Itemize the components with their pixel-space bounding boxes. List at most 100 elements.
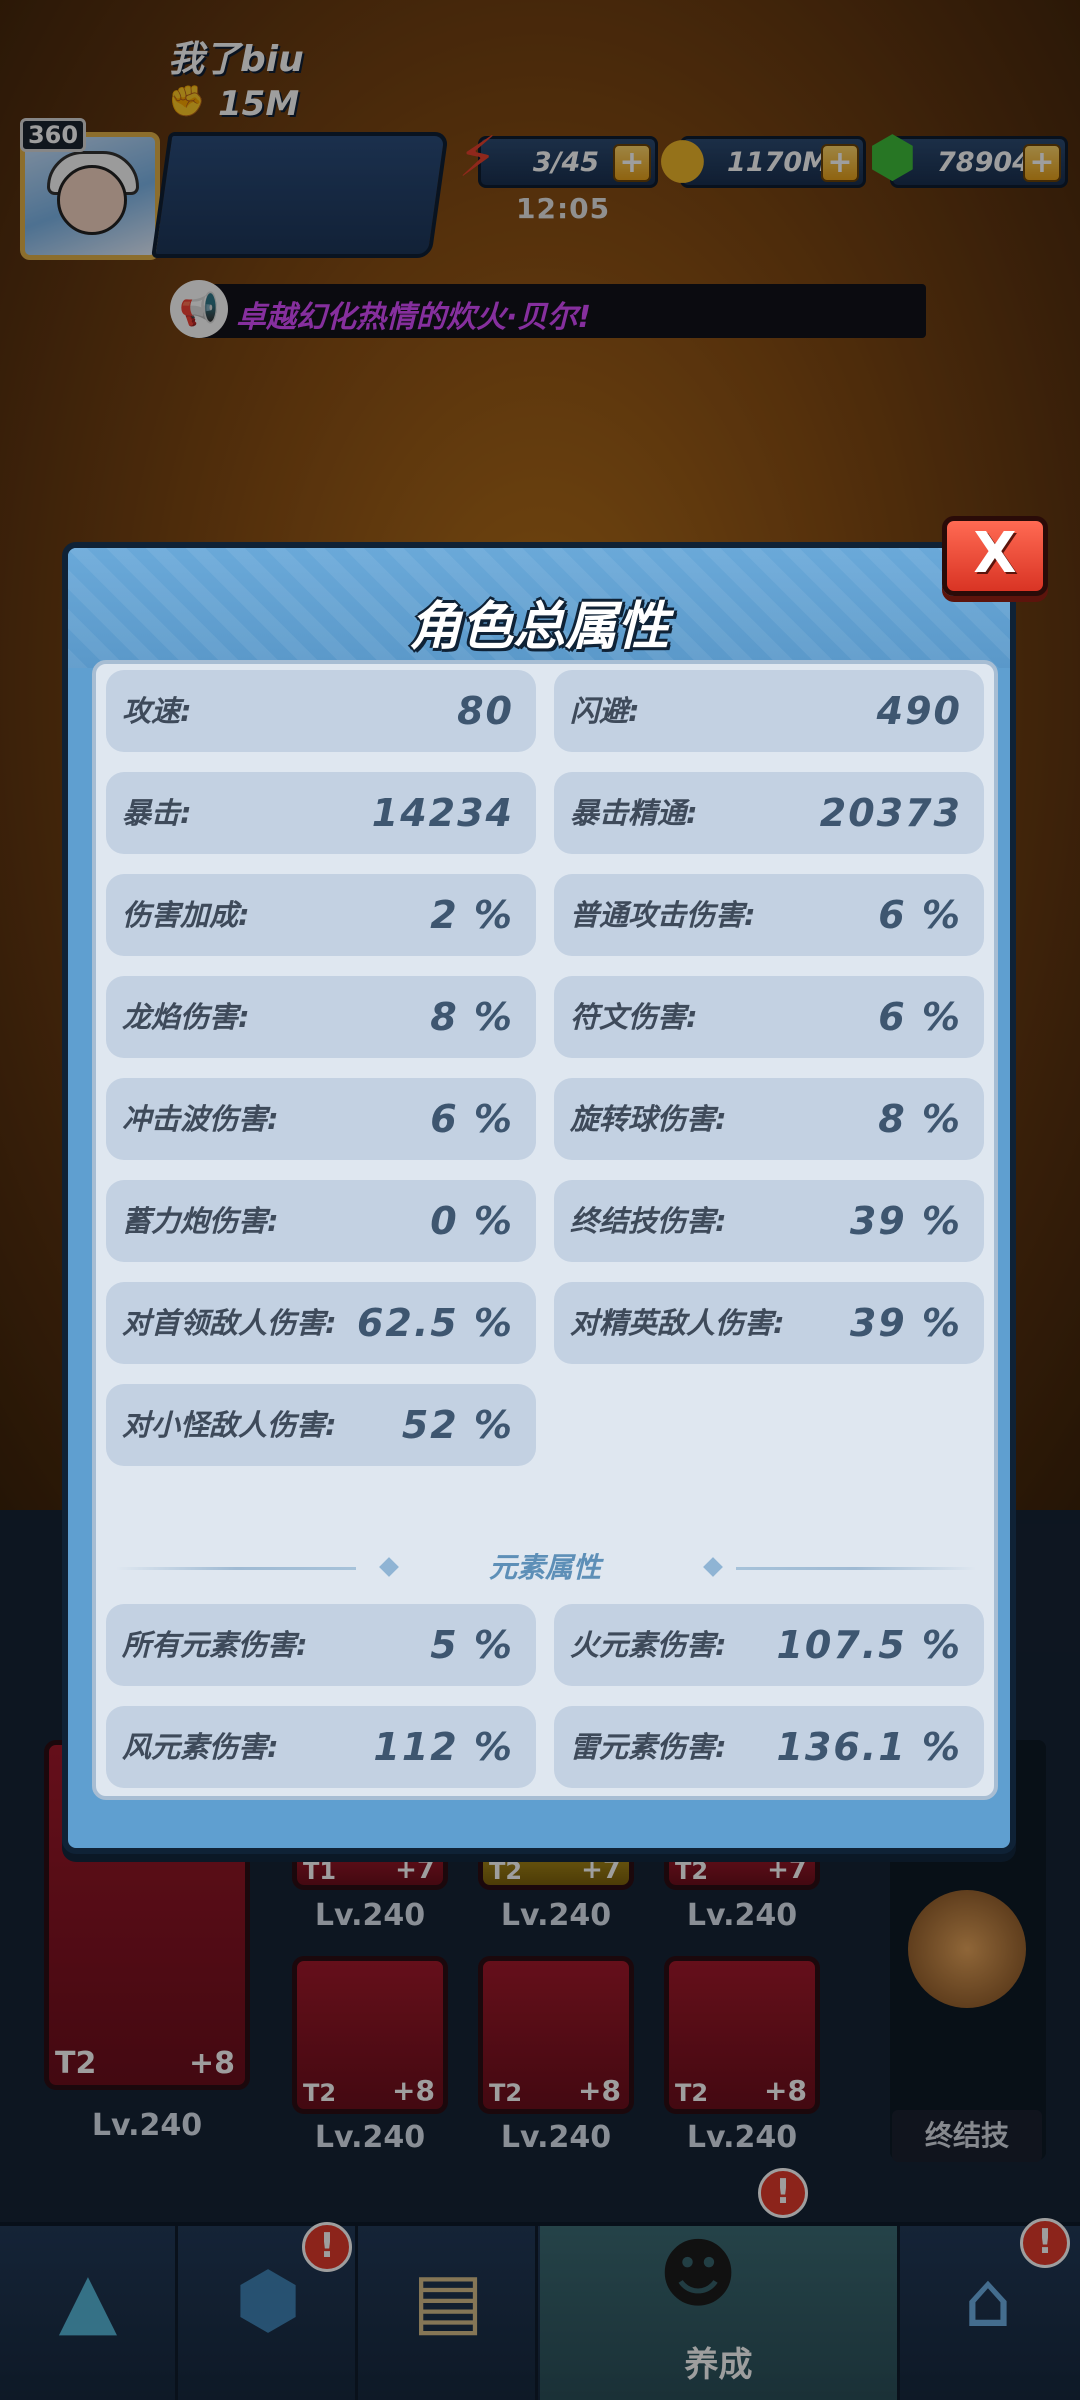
player-power: 15M bbox=[218, 84, 300, 124]
equip-bonus: +7 bbox=[767, 1855, 807, 1885]
energy-value: 3/45 bbox=[532, 147, 600, 178]
lightning-icon: ⚡ bbox=[458, 125, 498, 190]
stat-row: 雷元素伤害: 136.1 % bbox=[554, 1706, 984, 1788]
nav-item-map[interactable]: ▤ bbox=[360, 2226, 538, 2400]
stat-value: 6 % bbox=[878, 893, 962, 937]
energy-counter[interactable]: 3/45 + bbox=[478, 136, 658, 188]
equip-slot-1[interactable]: T1 +7 bbox=[292, 1850, 448, 1890]
equip-bonus: +8 bbox=[392, 2074, 435, 2107]
equip-level: Lv.240 bbox=[314, 2120, 426, 2155]
stat-value: 490 bbox=[876, 689, 962, 733]
shop-building-icon: ⌂ bbox=[963, 2255, 1013, 2344]
green-gem-icon: ⬢ bbox=[868, 125, 917, 190]
stat-value: 136.1 % bbox=[776, 1725, 962, 1769]
nav-item-dungeon[interactable]: ▲ bbox=[0, 2226, 178, 2400]
equip-slot-4[interactable]: T2 +8 bbox=[292, 1956, 448, 2114]
stat-row: 暴击: 14234 bbox=[106, 772, 536, 854]
nav-item-shop[interactable]: ⌂ ! bbox=[900, 2218, 1078, 2400]
equip-level: Lv.240 bbox=[500, 2120, 612, 2155]
stat-label: 雷元素伤害: bbox=[570, 1730, 727, 1764]
stat-value: 62.5 % bbox=[356, 1301, 514, 1345]
stat-row: 符文伤害: 6 % bbox=[554, 976, 984, 1058]
stat-row: 蓄力炮伤害: 0 % bbox=[106, 1180, 536, 1262]
equip-level: Lv.240 bbox=[314, 1898, 426, 1933]
stat-row: 伤害加成: 2 % bbox=[106, 874, 536, 956]
stat-value: 6 % bbox=[430, 1097, 514, 1141]
equip-tier: T2 bbox=[489, 2079, 523, 2107]
stat-value: 112 % bbox=[373, 1725, 514, 1769]
gold-coin-icon: ● bbox=[658, 125, 707, 190]
equip-tier: T2 bbox=[489, 1857, 523, 1885]
add-gold-button[interactable]: + bbox=[821, 144, 859, 182]
notification-badge: ! bbox=[302, 2222, 352, 2272]
stat-row: 对小怪敌人伤害: 52 % bbox=[106, 1384, 536, 1466]
equip-slot-2[interactable]: T2 +7 bbox=[478, 1850, 634, 1890]
equip-slot-3[interactable]: T2 +7 bbox=[664, 1850, 820, 1890]
main-weapon-level: Lv.240 bbox=[91, 2108, 203, 2143]
stat-label: 对小怪敌人伤害: bbox=[122, 1408, 337, 1442]
stat-label: 对精英敌人伤害: bbox=[570, 1306, 785, 1340]
stat-label: 终结技伤害: bbox=[570, 1204, 727, 1238]
equip-level: Lv.240 bbox=[686, 1898, 798, 1933]
add-energy-button[interactable]: + bbox=[613, 144, 651, 182]
stat-value: 80 bbox=[457, 689, 514, 733]
gold-value: 1170M bbox=[727, 147, 830, 178]
crystal-icon: ▲ bbox=[58, 2255, 118, 2344]
ultimate-skill-orb-icon[interactable] bbox=[908, 1890, 1026, 2008]
stat-label: 暴击: bbox=[122, 796, 192, 830]
character-icon: ☻ bbox=[658, 2229, 738, 2318]
equip-bonus: +8 bbox=[578, 2074, 621, 2107]
stat-row: 火元素伤害: 107.5 % bbox=[554, 1604, 984, 1686]
equip-tier: T2 bbox=[675, 1857, 709, 1885]
stat-row: 终结技伤害: 39 % bbox=[554, 1180, 984, 1262]
energy-timer: 12:05 bbox=[516, 192, 611, 225]
stat-row: 暴击精通: 20373 bbox=[554, 772, 984, 854]
stat-label: 风元素伤害: bbox=[122, 1730, 279, 1764]
gold-counter[interactable]: 1170M + bbox=[680, 136, 866, 188]
equip-bonus: +7 bbox=[581, 1855, 621, 1885]
stat-label: 普通攻击伤害: bbox=[570, 898, 756, 932]
nav-label-develop: 养成 bbox=[684, 2345, 753, 2385]
stat-value: 20373 bbox=[819, 791, 962, 835]
equip-tier: T1 bbox=[303, 1857, 337, 1885]
ultimate-skill-button[interactable]: 终结技 bbox=[892, 2110, 1042, 2162]
nav-item-develop[interactable]: ☻ ! 养成 bbox=[540, 2168, 900, 2400]
stat-row: 旋转球伤害: 8 % bbox=[554, 1078, 984, 1160]
stat-value: 6 % bbox=[878, 995, 962, 1039]
equip-slot-5[interactable]: T2 +8 bbox=[478, 1956, 634, 2114]
equip-level: Lv.240 bbox=[686, 2120, 798, 2155]
stat-label: 旋转球伤害: bbox=[570, 1102, 727, 1136]
treasure-map-icon: ▤ bbox=[412, 2255, 484, 2344]
stat-row: 冲击波伤害: 6 % bbox=[106, 1078, 536, 1160]
stat-row: 闪避: 490 bbox=[554, 670, 984, 752]
main-weapon-tier: T2 bbox=[55, 2046, 97, 2081]
stats-panel: 攻速: 80 闪避: 490 暴击: 14234 暴击精通: 20373 伤害加成: 2 % 普通攻… bbox=[92, 660, 998, 1800]
stat-value: 5 % bbox=[430, 1623, 514, 1667]
equip-slot-6[interactable]: T2 +8 bbox=[664, 1956, 820, 2114]
stat-row: 风元素伤害: 112 % bbox=[106, 1706, 536, 1788]
player-info[interactable]: 360 bbox=[20, 118, 449, 266]
megaphone-icon: 📢 bbox=[170, 280, 228, 338]
stat-value: 0 % bbox=[430, 1199, 514, 1243]
stat-row: 龙焰伤害: 8 % bbox=[106, 976, 536, 1058]
stat-label: 冲击波伤害: bbox=[122, 1102, 279, 1136]
stat-row: 攻速: 80 bbox=[106, 670, 536, 752]
stat-label: 符文伤害: bbox=[570, 1000, 698, 1034]
add-gem-button[interactable]: + bbox=[1023, 144, 1061, 182]
stat-label: 暴击精通: bbox=[570, 796, 698, 830]
player-name-plate bbox=[151, 132, 449, 258]
stat-value: 39 % bbox=[849, 1301, 962, 1345]
close-button[interactable]: X bbox=[942, 516, 1048, 596]
nav-item-upgrade[interactable]: ⬢ ! bbox=[180, 2222, 358, 2400]
player-level-badge: 360 bbox=[20, 118, 86, 152]
stat-label: 攻速: bbox=[122, 694, 192, 728]
player-name: 我了biu bbox=[168, 39, 304, 80]
equip-bonus: +8 bbox=[764, 2074, 807, 2107]
stat-label: 蓄力炮伤害: bbox=[122, 1204, 279, 1238]
avatar-face bbox=[57, 165, 127, 235]
stat-row: 所有元素伤害: 5 % bbox=[106, 1604, 536, 1686]
element-section-divider: 元素属性 bbox=[116, 1546, 976, 1590]
divider-line-right bbox=[736, 1567, 976, 1570]
stat-value: 8 % bbox=[430, 995, 514, 1039]
stat-label: 火元素伤害: bbox=[570, 1628, 727, 1662]
